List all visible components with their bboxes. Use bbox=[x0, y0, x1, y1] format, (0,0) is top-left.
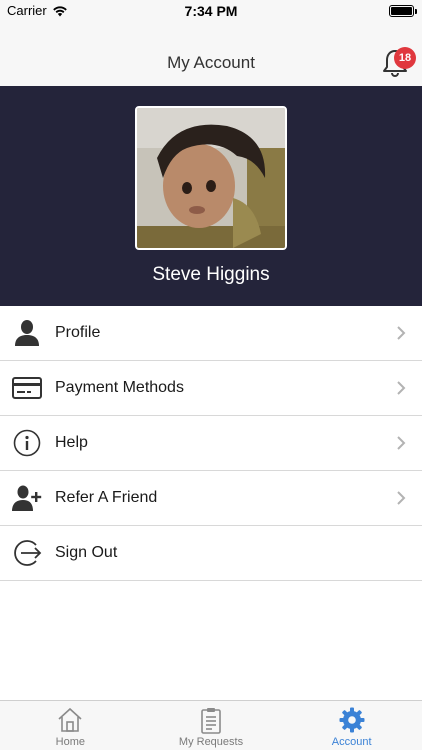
profile-header: Steve Higgins bbox=[0, 86, 422, 306]
nav-bar: My Account bbox=[0, 22, 422, 86]
status-bar: Carrier 7:34 PM bbox=[0, 0, 422, 22]
info-icon bbox=[11, 428, 43, 458]
avatar[interactable] bbox=[135, 106, 287, 250]
menu-item-help[interactable]: Help bbox=[0, 416, 422, 471]
tab-my-requests[interactable]: My Requests bbox=[141, 701, 282, 750]
clipboard-icon bbox=[201, 708, 221, 734]
tab-home[interactable]: Home bbox=[0, 701, 141, 750]
add-user-icon bbox=[11, 483, 43, 513]
avatar-photo bbox=[137, 108, 285, 248]
chevron-right-icon bbox=[397, 491, 406, 505]
tab-label: Home bbox=[55, 736, 85, 748]
page-title: My Account bbox=[167, 53, 255, 72]
tab-label: My Requests bbox=[178, 736, 244, 748]
account-menu: Profile Payment Methods Help Refer A Fri… bbox=[0, 306, 422, 581]
tab-bar: Home My Requests Account bbox=[0, 700, 422, 750]
menu-item-refer-a-friend[interactable]: Refer A Friend bbox=[0, 471, 422, 526]
menu-item-label: Profile bbox=[55, 324, 101, 341]
chevron-right-icon bbox=[397, 326, 406, 340]
menu-item-payment-methods[interactable]: Payment Methods bbox=[0, 361, 422, 416]
menu-item-sign-out[interactable]: Sign Out bbox=[0, 526, 422, 581]
menu-item-profile[interactable]: Profile bbox=[0, 306, 422, 361]
credit-card-icon bbox=[11, 373, 43, 403]
person-icon bbox=[11, 318, 43, 348]
menu-item-label: Sign Out bbox=[55, 544, 118, 561]
sign-out-icon bbox=[11, 538, 43, 568]
chevron-right-icon bbox=[397, 436, 406, 450]
home-icon bbox=[58, 707, 82, 732]
chevron-right-icon bbox=[397, 381, 406, 395]
menu-item-label: Help bbox=[55, 434, 88, 451]
tab-label: Account bbox=[331, 736, 372, 748]
user-name: Steve Higgins bbox=[152, 264, 270, 285]
menu-item-label: Refer A Friend bbox=[55, 489, 158, 506]
tab-account[interactable]: Account bbox=[281, 701, 422, 750]
menu-item-label: Payment Methods bbox=[55, 379, 184, 396]
gear-icon bbox=[339, 707, 365, 733]
notification-badge[interactable]: 18 bbox=[394, 47, 416, 69]
status-time: 7:34 PM bbox=[184, 3, 238, 19]
battery-icon bbox=[389, 5, 417, 17]
